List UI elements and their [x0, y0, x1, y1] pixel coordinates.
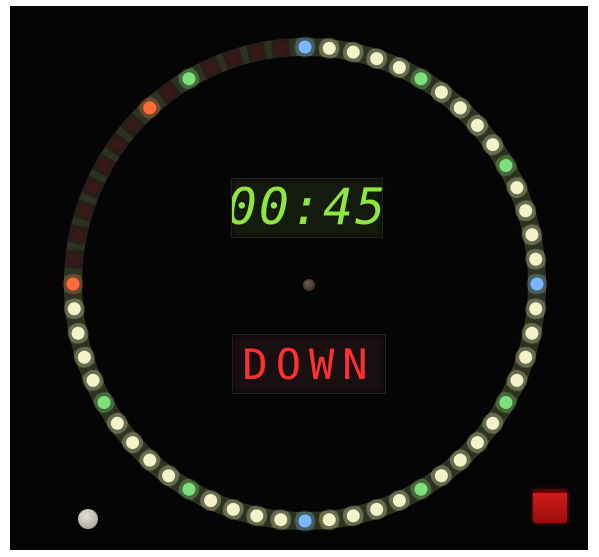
led-lit — [392, 60, 406, 74]
led-lit — [529, 252, 543, 266]
led-lit — [322, 513, 336, 527]
led-lit — [250, 509, 264, 523]
led-lit — [86, 373, 100, 387]
led-lit — [346, 509, 360, 523]
led-off — [68, 253, 80, 265]
led-lit — [226, 502, 240, 516]
led-ring — [62, 36, 548, 532]
led-lit — [470, 118, 484, 132]
led-tick — [97, 396, 111, 409]
led-lit — [525, 326, 539, 340]
led-tick — [499, 396, 513, 409]
led-off — [205, 61, 217, 73]
led-lit — [204, 494, 218, 508]
led-off — [163, 86, 175, 98]
led-tick — [499, 159, 513, 172]
led-tick — [414, 72, 428, 86]
led-tick — [182, 482, 196, 496]
led-lit — [434, 469, 448, 483]
led-lit — [453, 101, 467, 115]
led-off — [111, 139, 123, 151]
led-lit — [525, 228, 539, 242]
led-off — [98, 160, 110, 171]
status-word-value: DOWN — [242, 340, 375, 389]
led-lit — [162, 469, 176, 483]
led-lit — [370, 502, 384, 516]
led-lit — [67, 302, 81, 316]
led-lit — [486, 416, 500, 430]
led-lit — [143, 453, 157, 467]
led-marker — [298, 40, 312, 54]
led-lit — [453, 453, 467, 467]
mode-button[interactable] — [78, 509, 98, 529]
led-off — [87, 182, 99, 194]
led-lit — [110, 416, 124, 430]
led-lit — [486, 138, 500, 152]
led-lit — [392, 494, 406, 508]
led-off — [78, 205, 90, 217]
led-lit — [77, 350, 91, 364]
led-tick — [414, 482, 428, 496]
led-lit — [529, 302, 543, 316]
led-lit — [71, 326, 85, 340]
led-off — [227, 53, 239, 65]
countdown-time-value: 00:45 — [232, 179, 382, 236]
center-indicator — [303, 279, 315, 291]
led-lit — [126, 436, 140, 450]
led-blue — [298, 514, 312, 528]
status-word-display: DOWN — [232, 334, 386, 394]
led-lit — [274, 513, 288, 527]
led-off — [251, 46, 263, 58]
led-lit — [470, 436, 484, 450]
led-lit — [510, 373, 524, 387]
led-off — [127, 119, 139, 131]
power-button[interactable] — [533, 490, 567, 523]
led-red — [66, 277, 80, 291]
led-lit — [510, 181, 524, 195]
led-lit — [370, 52, 384, 66]
countdown-time-display: 00:45 — [227, 178, 385, 238]
led-lit — [434, 85, 448, 99]
led-blue — [530, 277, 544, 291]
led-lit — [322, 41, 336, 55]
led-off — [72, 229, 84, 241]
led-lit — [519, 350, 533, 364]
led-off — [275, 42, 287, 54]
led-lit — [346, 45, 360, 59]
led-red — [143, 101, 157, 115]
led-tick — [182, 72, 196, 86]
led-lit — [519, 204, 533, 218]
